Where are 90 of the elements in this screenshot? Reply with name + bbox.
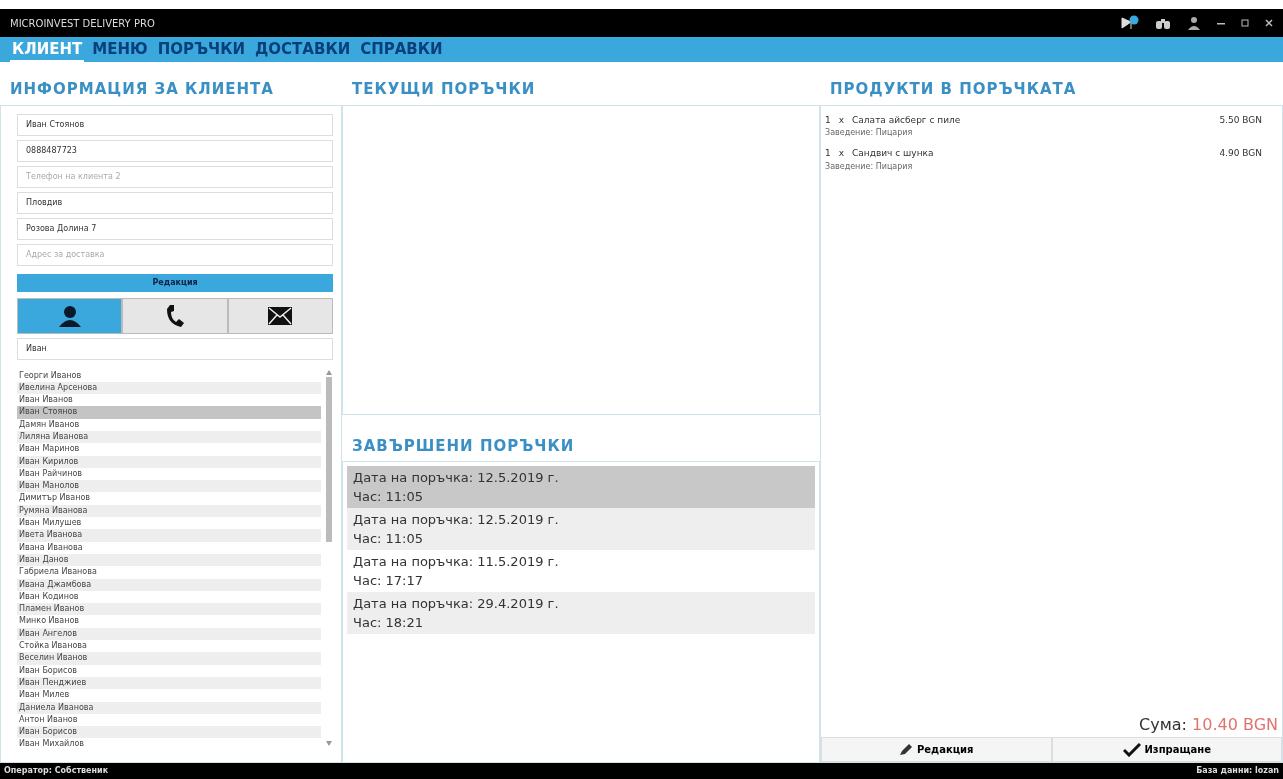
section-title: ЗАВЪРШЕНИ ПОРЪЧКИ	[351, 435, 576, 457]
user-icon[interactable]	[1187, 16, 1201, 30]
client-list-item[interactable]: Иван Манолов	[17, 480, 321, 493]
order-date: Дата на поръчка: 29.4.2019 г.	[353, 595, 560, 613]
input-field[interactable]: Розова Долина 7	[17, 217, 333, 240]
client-list-item[interactable]: Иван Данов	[17, 553, 321, 567]
operator-label: Оператор: Собственик	[4, 765, 109, 777]
client-list-item[interactable]: Димитър Иванов	[17, 492, 321, 505]
input-field[interactable]: 0888487723	[17, 139, 333, 162]
client-list-item[interactable]: Иван Пенджиев	[17, 676, 321, 690]
client-list-item[interactable]: Иван Стоянов	[17, 406, 321, 419]
client-list-item[interactable]: Румяна Иванова	[17, 504, 321, 518]
client-list-item[interactable]: Иван Кодинов	[17, 590, 321, 604]
client-list-item[interactable]: Ивелина Арсенова	[17, 381, 321, 395]
order-list-item[interactable]: Дата на поръчка: 12.5.2019 г. Час: 11:05	[347, 466, 815, 508]
quantity: 1	[825, 113, 831, 127]
client-list-item[interactable]: Веселин Иванов	[17, 652, 321, 665]
section-title: ТЕКУЩИ ПОРЪЧКИ	[351, 79, 537, 100]
times-sign: x	[838, 113, 845, 127]
client-list-item[interactable]: Ивана Иванова	[17, 541, 321, 554]
order-time: Час: 11:05	[353, 530, 424, 548]
send-button[interactable]: Изпращане	[1051, 737, 1282, 762]
client-list-item[interactable]: Даниела Иванова	[17, 701, 321, 714]
database-label: База данни: lozan	[1196, 765, 1279, 777]
client-list-item[interactable]: Габриела Иванова	[17, 566, 321, 579]
binoculars-icon[interactable]	[1155, 16, 1171, 30]
client-list-item[interactable]: Иван Кирилов	[17, 455, 321, 468]
product-name: Сандвич с шунка	[852, 147, 935, 160]
order-time: Час: 11:05	[353, 488, 424, 506]
edit-button[interactable]: Редакция	[17, 273, 333, 292]
order-list-item[interactable]: Дата на поръчка: 29.4.2019 г. Час: 18:21	[347, 592, 815, 634]
search-mode-tab[interactable]	[227, 297, 333, 334]
client-list-item[interactable]: Иван Маринов	[17, 443, 321, 456]
pencil-icon	[898, 743, 913, 756]
client-list-item[interactable]: Иван Михайлов	[17, 738, 321, 751]
notification-icon[interactable]	[1121, 15, 1139, 31]
product-note: Заведение: Пицария	[825, 160, 914, 173]
client-list-item[interactable]: Иван Ангелов	[17, 627, 321, 641]
client-list-item[interactable]: Иван Борисов	[17, 664, 321, 677]
check-icon	[1122, 742, 1141, 757]
maximize-icon[interactable]	[1241, 19, 1249, 27]
times-sign: x	[838, 147, 845, 160]
scrollbar-thumb[interactable]	[326, 376, 332, 542]
search-mode-tab[interactable]	[122, 297, 228, 334]
client-list-item[interactable]: Иван Иванов	[17, 394, 321, 407]
section-title: ИНФОРМАЦИЯ ЗА КЛИЕНТА	[9, 79, 275, 100]
search-field[interactable]: Иван	[17, 337, 333, 360]
product-note: Заведение: Пицария	[825, 127, 914, 139]
edit-button[interactable]: Редакция	[821, 737, 1052, 762]
input-field[interactable]: Адрес за доставка	[17, 243, 333, 266]
input-field[interactable]: Иван Стоянов	[17, 113, 333, 136]
nav-tab[interactable]: ПОРЪЧКИ	[155, 37, 247, 62]
product-price: 4.90 BGN	[1219, 147, 1262, 160]
client-list-item[interactable]: Иван Милушев	[17, 517, 321, 530]
quantity: 1	[825, 147, 831, 160]
window-title: MICROINVEST DELIVERY PRO	[10, 16, 155, 31]
client-list-item[interactable]: Ивета Иванова	[17, 529, 321, 542]
search-mode-tab[interactable]	[17, 297, 123, 334]
client-list-item[interactable]: Ивана Джамбова	[17, 578, 321, 591]
product-price: 5.50 BGN	[1219, 113, 1262, 127]
client-list-item[interactable]: Иван Борисов	[17, 726, 321, 739]
client-list-item[interactable]: Иван Милев	[17, 689, 321, 702]
order-time: Час: 18:21	[353, 614, 424, 632]
client-list-item[interactable]: Лиляна Иванова	[17, 431, 321, 444]
order-date: Дата на поръчка: 11.5.2019 г.	[353, 553, 560, 571]
input-field[interactable]: Телефон на клиента 2	[17, 165, 333, 188]
scroll-down-icon[interactable]	[326, 741, 332, 746]
phone-icon	[165, 303, 185, 328]
order-date: Дата на поръчка: 12.5.2019 г.	[353, 469, 560, 487]
client-list-item[interactable]: Иван Райчинов	[17, 467, 321, 481]
client-list-item[interactable]: Георги Иванов	[17, 369, 321, 382]
nav-tab[interactable]: МЕНЮ	[90, 37, 150, 62]
client-list-item[interactable]: Минко Иванов	[17, 615, 321, 628]
client-list-item[interactable]: Стойка Иванова	[17, 640, 321, 653]
nav-tab[interactable]: ДОСТАВКИ	[253, 37, 353, 62]
person-icon	[57, 304, 82, 327]
section-title: ПРОДУКТИ В ПОРЪЧКАТА	[829, 79, 1078, 100]
input-field[interactable]: Пловдив	[17, 191, 333, 214]
envelope-icon	[267, 305, 294, 326]
order-date: Дата на поръчка: 12.5.2019 г.	[353, 511, 560, 529]
client-list-item[interactable]: Антон Иванов	[17, 713, 321, 727]
client-list-item[interactable]: Дамян Иванов	[17, 418, 321, 431]
close-icon[interactable]	[1265, 19, 1273, 27]
sum-label: Сума: 10.40 BGN	[1138, 714, 1279, 736]
order-time: Час: 17:17	[353, 572, 424, 590]
order-list-item[interactable]: Дата на поръчка: 12.5.2019 г. Час: 11:05	[347, 508, 815, 550]
order-list-item[interactable]: Дата на поръчка: 11.5.2019 г. Час: 17:17	[347, 550, 815, 592]
client-list-item[interactable]: Пламен Иванов	[17, 603, 321, 616]
nav-tab[interactable]: СПРАВКИ	[358, 37, 445, 62]
product-name: Салата айсберг с пиле	[852, 113, 962, 127]
